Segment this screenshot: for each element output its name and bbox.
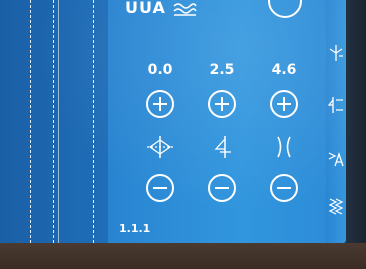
stitch-line-center bbox=[58, 0, 59, 243]
length-minus-button[interactable] bbox=[208, 174, 236, 202]
position-minus-button[interactable] bbox=[146, 174, 174, 202]
width-value: 4.6 bbox=[271, 62, 297, 78]
stitch-line-left bbox=[30, 0, 31, 243]
position-value: 0.0 bbox=[147, 62, 173, 78]
length-value: 2.5 bbox=[209, 62, 235, 78]
zigzag-icon[interactable] bbox=[327, 197, 345, 215]
stitch-preview-panel[interactable] bbox=[0, 0, 108, 243]
stitch-number-label: 1.1.1 bbox=[119, 222, 151, 235]
width-plus-button[interactable] bbox=[270, 90, 298, 118]
bezel-right bbox=[346, 0, 366, 269]
stitch-line-right bbox=[93, 0, 94, 243]
stitch-line-middle bbox=[53, 0, 54, 243]
length-plus-button[interactable] bbox=[208, 90, 236, 118]
stitch-name-label: UUA bbox=[125, 0, 166, 17]
settings-circle-icon[interactable] bbox=[268, 0, 302, 18]
position-plus-button[interactable] bbox=[146, 90, 174, 118]
pattern-end-icon[interactable] bbox=[327, 150, 345, 168]
needle-stop-icon[interactable] bbox=[327, 44, 345, 62]
touch-screen: UUA 0.0 2.5 4.6 1.1.1 bbox=[0, 0, 346, 243]
tie-off-icon[interactable] bbox=[327, 96, 345, 114]
width-minus-button[interactable] bbox=[270, 174, 298, 202]
stitch-length-icon bbox=[214, 136, 231, 158]
bobbin-icon[interactable] bbox=[172, 2, 198, 18]
stitch-position-icon bbox=[147, 136, 173, 158]
stitch-width-icon bbox=[277, 136, 291, 158]
screen-frame: UUA 0.0 2.5 4.6 1.1.1 bbox=[0, 0, 366, 269]
bezel-bottom bbox=[0, 243, 366, 269]
